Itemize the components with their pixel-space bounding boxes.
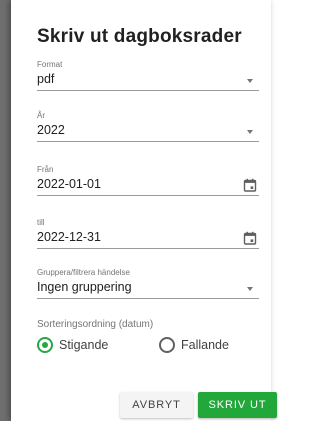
sort-order-label: Sorteringsordning (datum) (37, 319, 154, 330)
group-filter-label: Gruppera/filtrera händelse (37, 268, 130, 277)
chevron-down-icon (247, 130, 253, 134)
print-button[interactable]: SKRIV UT (198, 392, 277, 418)
calendar-icon[interactable] (243, 178, 257, 192)
sort-ascending-label: Stigande (59, 338, 109, 352)
from-date-field[interactable]: Från 2022-01-01 (37, 165, 259, 196)
cancel-button[interactable]: AVBRYT (120, 392, 193, 418)
print-dialog: Skriv ut dagboksrader Format pdf År 2022… (11, 0, 277, 421)
sort-descending-radio[interactable]: Fallande (159, 337, 229, 353)
year-select[interactable]: År 2022 (37, 111, 259, 142)
radio-checked-icon (37, 337, 53, 353)
sort-descending-label: Fallande (181, 338, 229, 352)
year-label: År (37, 111, 45, 120)
to-date-value: 2022-12-31 (37, 229, 259, 249)
to-date-field[interactable]: till 2022-12-31 (37, 218, 259, 249)
sort-ascending-radio[interactable]: Stigande (37, 337, 108, 353)
group-filter-select[interactable]: Gruppera/filtrera händelse Ingen grupper… (37, 268, 259, 299)
chevron-down-icon (247, 79, 253, 83)
to-date-label: till (37, 218, 45, 227)
format-label: Format (37, 60, 63, 69)
from-date-label: Från (37, 165, 54, 174)
radio-unchecked-icon (159, 337, 175, 353)
format-value: pdf (37, 71, 259, 91)
format-select[interactable]: Format pdf (37, 60, 259, 91)
calendar-icon[interactable] (243, 231, 257, 245)
dialog-title: Skriv ut dagboksrader (37, 26, 242, 47)
chevron-down-icon (247, 287, 253, 291)
from-date-value: 2022-01-01 (37, 176, 259, 196)
year-value: 2022 (37, 122, 259, 142)
group-filter-value: Ingen gruppering (37, 279, 259, 299)
